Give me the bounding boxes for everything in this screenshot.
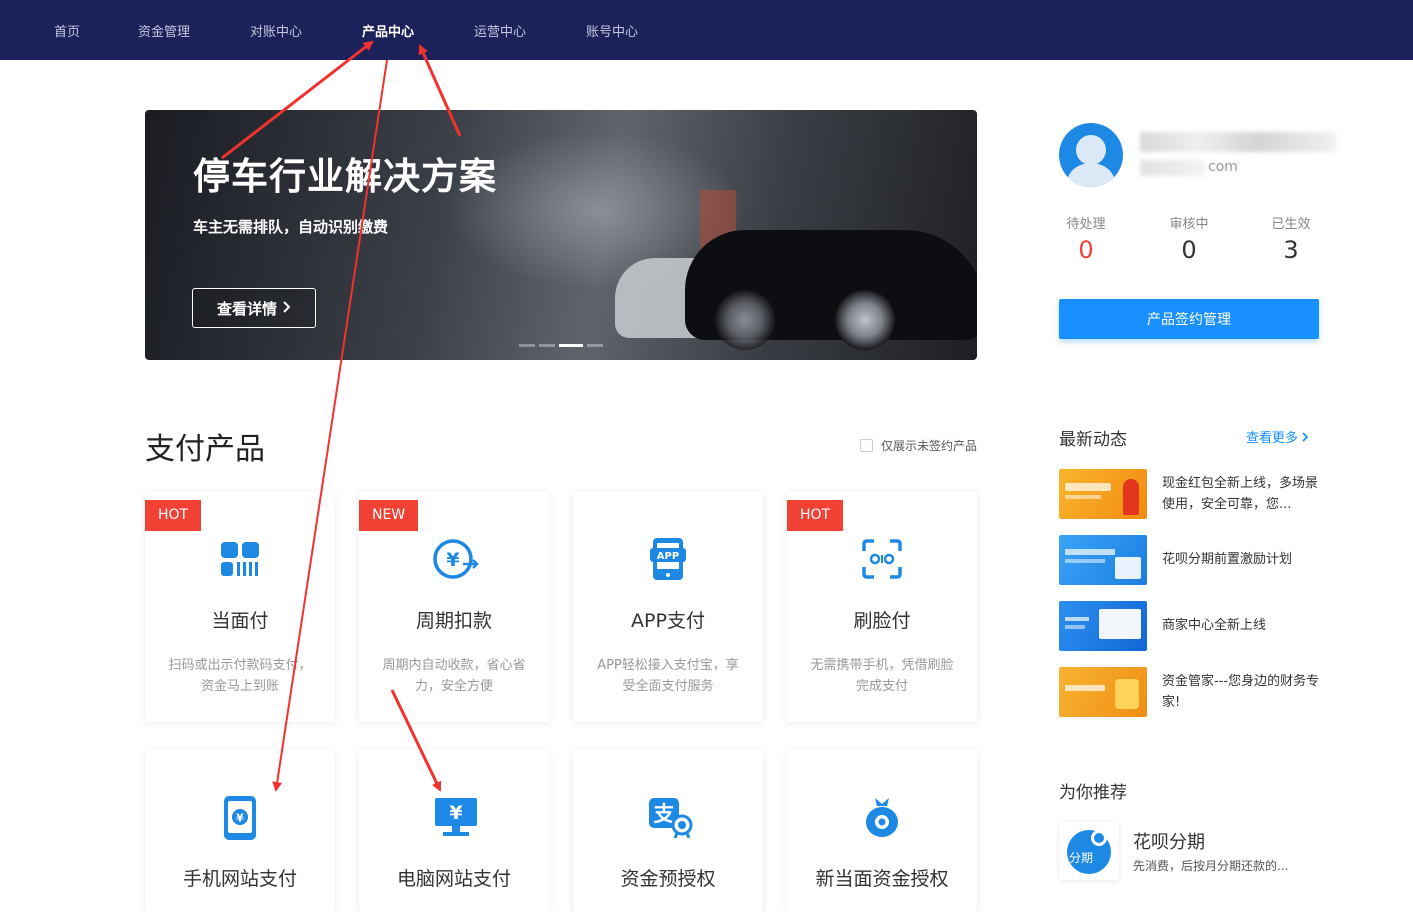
chevron-right-icon — [283, 299, 291, 317]
filter-label: 仅展示未签约产品 — [881, 439, 978, 453]
carousel-dot[interactable] — [539, 344, 555, 347]
product-desc: 周期内自动收款，省心省力，安全方便 — [382, 658, 526, 694]
news-item[interactable]: 现金红包全新上线，多场景使用，安全可靠，您... — [1059, 469, 1329, 521]
news-more-link[interactable]: 查看更多 — [1246, 427, 1309, 446]
stat-reviewing[interactable]: 审核中 0 — [1149, 213, 1229, 264]
new-badge: NEW — [359, 500, 419, 531]
stat-effective[interactable]: 已生效 3 — [1251, 213, 1331, 264]
product-name: 当面付 — [211, 610, 269, 632]
hot-badge: HOT — [787, 500, 844, 531]
hot-badge: HOT — [145, 500, 202, 531]
view-detail-button[interactable]: 查看详情 — [192, 288, 316, 328]
product-card-mobile-web-pay[interactable]: ¥ 手机网站支付 — [145, 750, 335, 912]
news-text: 商家中心全新上线 — [1162, 618, 1267, 633]
stat-value: 0 — [1181, 236, 1197, 264]
svg-text:¥: ¥ — [446, 549, 459, 571]
product-card-pc-web-pay[interactable]: ¥ 电脑网站支付 — [359, 750, 549, 912]
news-more-label: 查看更多 — [1246, 431, 1299, 446]
mobile-web-pay-icon: ¥ — [219, 794, 261, 840]
product-card-cycle-deduct[interactable]: NEW ¥ 周期扣款 周期内自动收款，省心省力，安全方便 — [359, 492, 549, 722]
banner-title: 停车行业解决方案 — [193, 155, 497, 198]
avatar[interactable] — [1059, 123, 1123, 187]
carousel-dot[interactable] — [587, 344, 603, 347]
news-thumb-image — [1059, 601, 1147, 651]
carousel-dot-active[interactable] — [559, 344, 583, 347]
carousel-dots — [519, 344, 603, 347]
face-pay-icon — [861, 538, 903, 580]
product-name: 刷脸付 — [853, 610, 911, 632]
pc-web-pay-icon: ¥ — [433, 796, 477, 838]
product-name: 周期扣款 — [415, 610, 492, 632]
news-item[interactable]: 资金管家---您身边的财务专家! — [1059, 667, 1329, 719]
stat-pending[interactable]: 待处理 0 — [1046, 213, 1126, 264]
product-sign-manage-button[interactable]: 产品签约管理 — [1059, 299, 1319, 339]
svg-text:¥: ¥ — [236, 812, 244, 825]
banner-car-black — [685, 230, 977, 350]
unsigned-filter[interactable]: 仅展示未签约产品 — [860, 437, 977, 454]
app-pay-icon: APP — [647, 536, 689, 580]
product-desc: APP轻松接入支付宝，享受全面支付服务 — [597, 658, 739, 694]
account-email-suffix: com — [1208, 159, 1238, 175]
news-text: 资金管家---您身边的财务专家! — [1162, 674, 1320, 710]
view-detail-label: 查看详情 — [216, 299, 277, 318]
news-thumb-image — [1059, 535, 1147, 585]
cycle-deduct-icon: ¥ — [433, 538, 479, 580]
product-desc: 无需携带手机，凭借刷脸完成支付 — [810, 658, 954, 694]
huabei-logo-label: 分期 — [1069, 851, 1093, 865]
account-name-blurred — [1140, 132, 1336, 152]
carousel-dot[interactable] — [519, 344, 535, 347]
qr-pay-icon — [219, 538, 261, 580]
news-title: 最新动态 — [1059, 430, 1127, 450]
product-card-face-pay[interactable]: HOT 刷脸付 无需携带手机，凭借刷脸完成支付 — [787, 492, 977, 722]
stat-label: 已生效 — [1271, 217, 1311, 232]
product-name: 手机网站支付 — [182, 868, 297, 890]
svg-text:¥: ¥ — [449, 802, 462, 824]
new-auth-icon — [861, 794, 903, 837]
product-name: 电脑网站支付 — [396, 868, 511, 890]
section-title-products: 支付产品 — [145, 432, 265, 467]
stat-label: 待处理 — [1066, 217, 1106, 232]
product-desc: 扫码或出示付款码支付，资金马上到账 — [168, 658, 312, 694]
news-item[interactable]: 商家中心全新上线 — [1059, 601, 1329, 653]
news-thumb-image — [1059, 469, 1147, 519]
product-name: APP支付 — [631, 610, 705, 632]
banner-subtitle: 车主无需排队，自动识别缴费 — [193, 218, 389, 236]
filter-checkbox[interactable] — [860, 439, 873, 452]
stat-label: 审核中 — [1169, 217, 1209, 232]
svg-text:APP: APP — [657, 551, 679, 562]
recommend-name: 花呗分期 — [1133, 832, 1205, 853]
product-card-pre-auth[interactable]: 支 资金预授权 — [573, 750, 763, 912]
huabei-logo[interactable]: 分期 — [1059, 822, 1119, 880]
nav-item-product[interactable]: 产品中心 — [362, 21, 414, 40]
product-name: 资金预授权 — [620, 868, 716, 890]
recommend-desc: 先消费，后按月分期还款的... — [1133, 859, 1289, 873]
banner-carousel[interactable]: 停车行业解决方案 车主无需排队，自动识别缴费 查看详情 — [145, 110, 977, 360]
product-card-app-pay[interactable]: APP APP支付 APP轻松接入支付宝，享受全面支付服务 — [573, 492, 763, 722]
nav-item-fund[interactable]: 资金管理 — [138, 21, 190, 40]
nav-item-reconcile[interactable]: 对账中心 — [250, 21, 302, 40]
news-text: 花呗分期前置激励计划 — [1162, 552, 1293, 567]
stat-value: 3 — [1283, 236, 1299, 264]
product-name: 新当面资金授权 — [815, 868, 949, 890]
news-text: 现金红包全新上线，多场景使用，安全可靠，您... — [1162, 476, 1319, 512]
nav-item-operation[interactable]: 运营中心 — [474, 21, 526, 40]
top-nav: 首页 资金管理 对账中心 产品中心 运营中心 账号中心 — [0, 0, 1413, 60]
news-thumb-image — [1059, 667, 1147, 717]
nav-item-account[interactable]: 账号中心 — [586, 21, 638, 40]
product-card-new-auth[interactable]: 新当面资金授权 — [787, 750, 977, 912]
pre-auth-icon: 支 — [647, 796, 693, 839]
recommend-title: 为你推荐 — [1059, 783, 1127, 803]
nav-item-home[interactable]: 首页 — [54, 21, 80, 40]
news-item[interactable]: 花呗分期前置激励计划 — [1059, 535, 1329, 587]
product-card-face-to-face[interactable]: HOT 当面付 扫码或出示付款码支付，资金马上到账 — [145, 492, 335, 722]
chevron-right-icon — [1302, 431, 1309, 446]
account-email-blurred — [1140, 160, 1206, 176]
stat-value: 0 — [1078, 236, 1094, 264]
